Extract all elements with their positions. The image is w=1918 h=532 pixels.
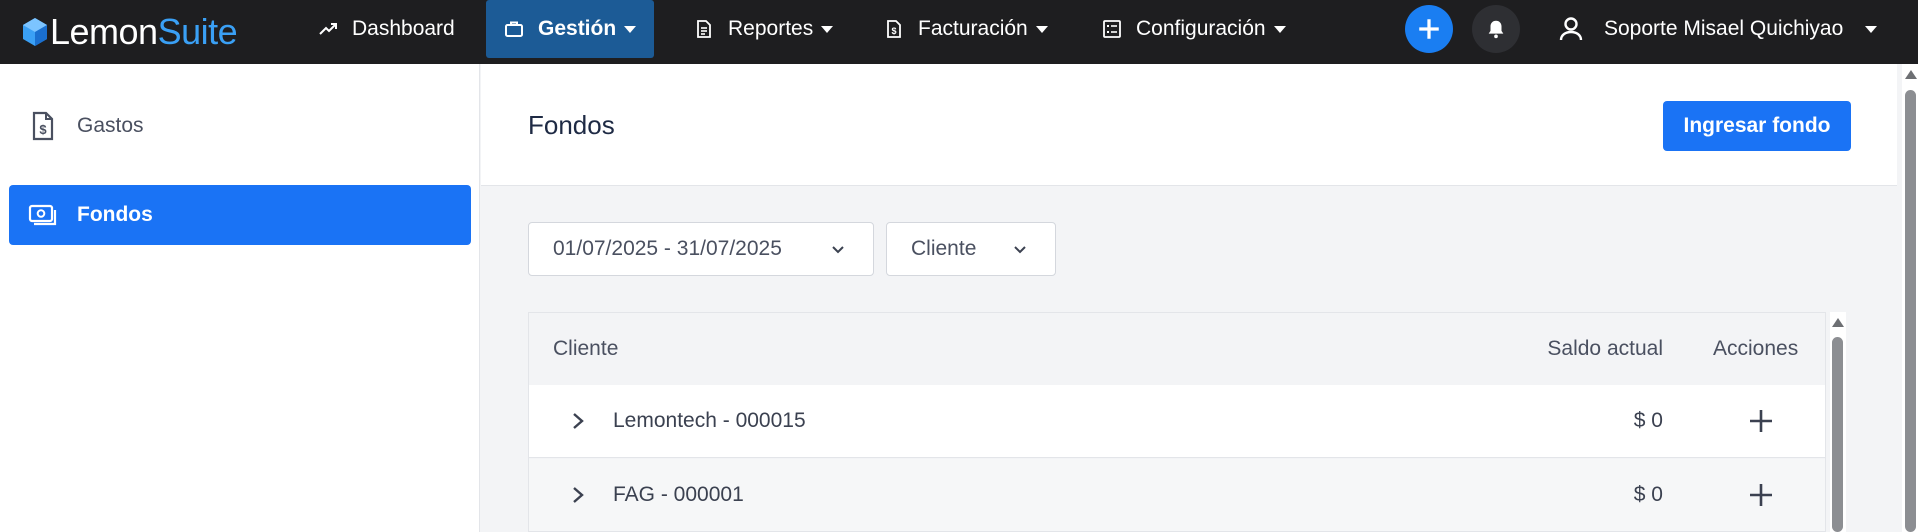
row-balance: $ 0	[1633, 483, 1663, 506]
client-filter[interactable]: Cliente	[886, 222, 1056, 276]
nav-dashboard-label: Dashboard	[352, 17, 455, 40]
document-icon	[694, 19, 714, 39]
nav-dashboard[interactable]: Dashboard	[300, 0, 473, 58]
sidebar: $ Gastos Fondos	[0, 64, 480, 532]
date-range-filter[interactable]: 01/07/2025 - 31/07/2025	[528, 222, 874, 276]
table-row[interactable]: FAG - 000001 $ 0	[529, 459, 1825, 532]
column-header-client[interactable]: Cliente	[553, 337, 618, 361]
row-client-name: Lemontech - 000015	[613, 409, 806, 432]
client-filter-value: Cliente	[911, 237, 977, 260]
nav-configuracion-label: Configuración	[1136, 17, 1266, 40]
add-fund-plus-icon[interactable]	[1747, 407, 1775, 435]
sidebar-item-label: Gastos	[77, 114, 144, 137]
nav-gestion[interactable]: Gestión	[486, 0, 655, 58]
user-icon	[1556, 14, 1586, 44]
table-scrollbar[interactable]	[1830, 312, 1846, 532]
date-range-value: 01/07/2025 - 31/07/2025	[553, 237, 782, 260]
brand-name-part2: Suite	[157, 11, 238, 52]
quick-add-button[interactable]	[1405, 5, 1453, 53]
sidebar-item-label: Fondos	[77, 203, 153, 226]
plus-icon	[1419, 19, 1439, 39]
scroll-up-arrow-icon[interactable]	[1832, 318, 1844, 327]
row-balance: $ 0	[1633, 409, 1663, 432]
page-title: Fondos	[528, 110, 615, 140]
nav-gestion-label: Gestión	[538, 17, 617, 40]
lemon-cube-icon	[23, 18, 47, 46]
invoice-icon: $	[884, 19, 904, 39]
nav-facturacion-label: Facturación	[918, 17, 1028, 40]
table-header: Cliente Saldo actual Acciones	[529, 313, 1825, 385]
chevron-down-icon	[832, 246, 844, 254]
funds-table: Cliente Saldo actual Acciones Lemontech …	[528, 312, 1826, 532]
scroll-up-arrow-icon[interactable]	[1905, 70, 1917, 79]
chevron-right-icon[interactable]	[571, 411, 585, 431]
chevron-down-icon	[1014, 246, 1026, 254]
briefcase-icon	[504, 19, 524, 39]
page-header: Fondos Ingresar fondo	[481, 64, 1897, 186]
trending-up-icon	[318, 19, 338, 39]
top-navbar: Lemon Suite Dashboard Gestión Reportes $ …	[0, 0, 1918, 64]
svg-text:$: $	[891, 26, 896, 36]
brand-logo[interactable]: Lemon Suite	[22, 10, 238, 54]
page-scrollbar[interactable]	[1902, 64, 1918, 532]
table-row[interactable]: Lemontech - 000015 $ 0	[529, 385, 1825, 458]
svg-text:$: $	[39, 122, 47, 137]
receipt-dollar-icon: $	[27, 110, 59, 142]
caret-down-icon	[624, 25, 637, 33]
sidebar-item-gastos[interactable]: $ Gastos	[9, 96, 471, 156]
notifications-button[interactable]	[1472, 5, 1520, 53]
chevron-right-icon[interactable]	[571, 485, 585, 505]
bell-icon	[1488, 20, 1504, 39]
brand-name-part1: Lemon	[50, 11, 158, 52]
caret-down-icon	[1035, 25, 1048, 33]
row-client-name: FAG - 000001	[613, 483, 744, 506]
scrollbar-thumb[interactable]	[1905, 90, 1916, 532]
nav-facturacion[interactable]: $ Facturación	[866, 0, 1066, 58]
sidebar-item-fondos[interactable]: Fondos	[9, 185, 471, 245]
ingresar-fondo-button[interactable]: Ingresar fondo	[1663, 101, 1851, 151]
settings-list-icon	[1102, 19, 1122, 39]
caret-down-icon	[1865, 25, 1878, 33]
caret-down-icon	[821, 25, 834, 33]
user-name: Soporte Misael Quichiyao	[1604, 17, 1844, 40]
column-header-actions: Acciones	[1713, 337, 1799, 360]
nav-configuracion[interactable]: Configuración	[1084, 0, 1304, 58]
add-fund-plus-icon[interactable]	[1747, 481, 1775, 509]
nav-reportes-label: Reportes	[728, 17, 814, 40]
money-icon	[27, 199, 59, 231]
caret-down-icon	[1273, 25, 1286, 33]
user-menu[interactable]: Soporte Misael Quichiyao	[1556, 0, 1878, 58]
column-header-balance[interactable]: Saldo actual	[1547, 337, 1663, 361]
scrollbar-thumb[interactable]	[1832, 337, 1843, 532]
nav-reportes[interactable]: Reportes	[676, 0, 851, 58]
